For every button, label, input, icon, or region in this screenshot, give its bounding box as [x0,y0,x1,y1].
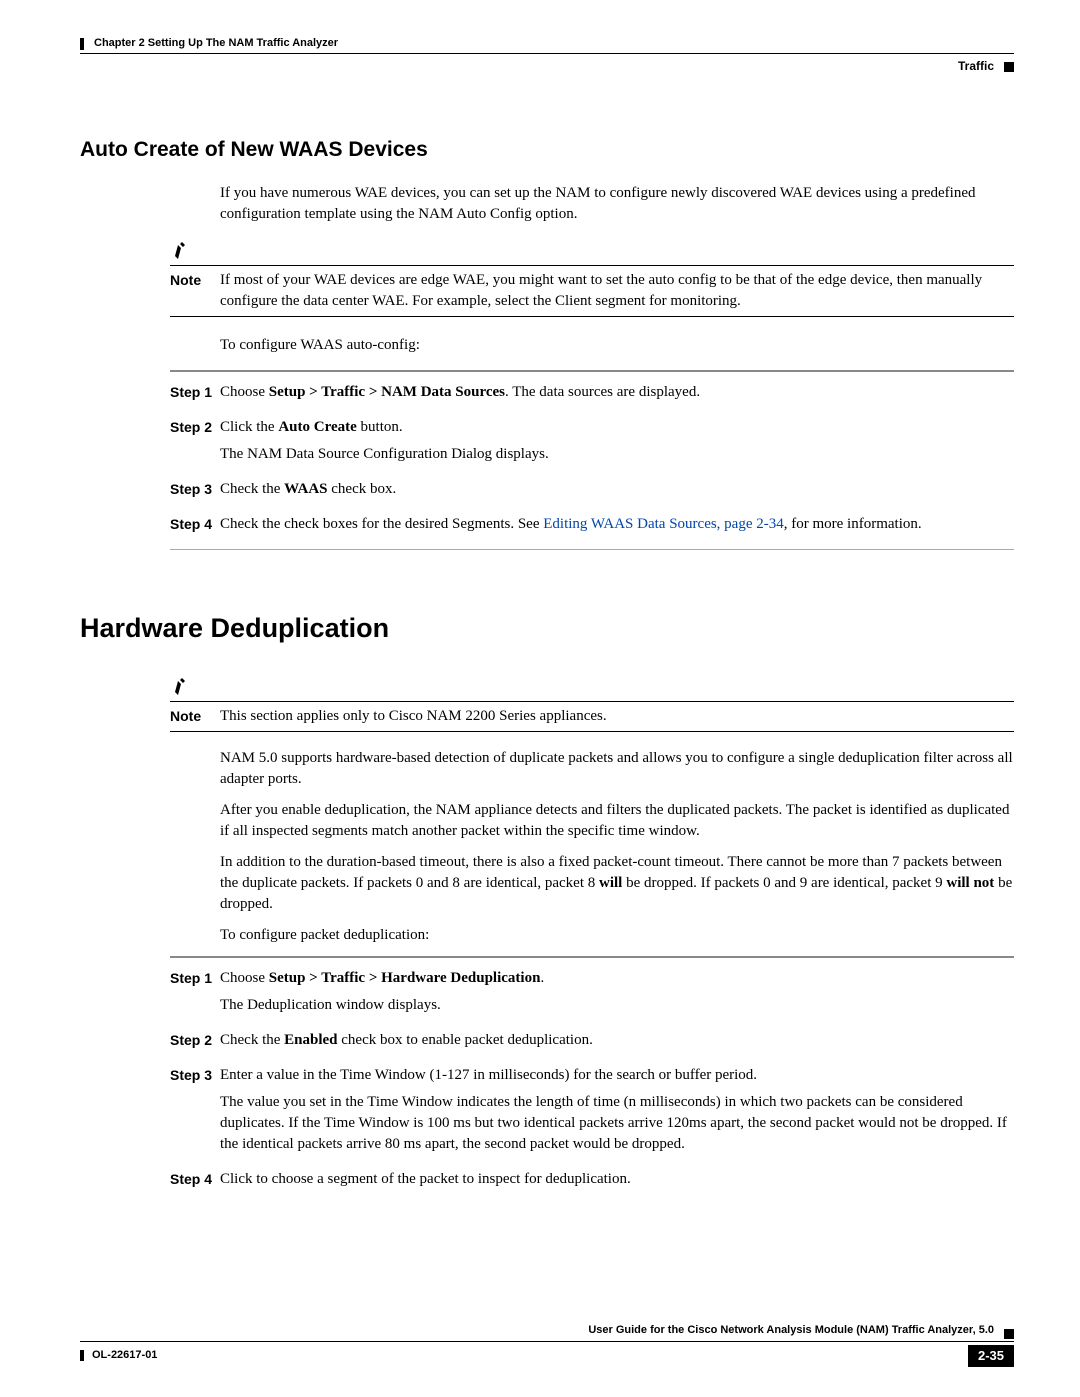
note-label: Note [170,270,220,312]
link-edit-waas[interactable]: Editing WAAS Data Sources, page 2-34 [543,516,784,532]
step-row: Step 2 Check the Enabled check box to en… [170,1030,1014,1057]
footer-square-icon [1004,1329,1014,1339]
page-header: Chapter 2 Setting Up The NAM Traffic Ana… [80,36,1014,54]
page-header-sub: Traffic [80,58,1014,75]
leadin-2: To configure packet deduplication: [220,925,1014,946]
header-bar-icon [80,38,84,50]
section-label: Traffic [958,58,994,75]
step-row: Step 1 Choose Setup > Traffic > Hardware… [170,968,1014,1022]
page-number-badge: 2-35 [968,1345,1014,1367]
footer-title: User Guide for the Cisco Network Analysi… [588,1323,994,1338]
footer-doc-id-block: OL-22617-01 [80,1348,157,1363]
note-icon [172,675,196,699]
step-label: Step 4 [170,1169,220,1196]
step-body: Choose Setup > Traffic > NAM Data Source… [220,382,1014,409]
step-label: Step 3 [170,479,220,506]
step-body: Click the Auto Create button. The NAM Da… [220,417,1014,471]
step-row: Step 3 Enter a value in the Time Window … [170,1065,1014,1161]
step-divider [170,370,1014,372]
step-row: Step 4 Check the check boxes for the des… [170,514,1014,541]
step-body: Enter a value in the Time Window (1-127 … [220,1065,1014,1161]
step-body: Check the check boxes for the desired Se… [220,514,1014,541]
step-label: Step 2 [170,417,220,471]
step-body: Check the Enabled check box to enable pa… [220,1030,1014,1057]
para-p2: After you enable deduplication, the NAM … [220,800,1014,842]
step-row: Step 4 Click to choose a segment of the … [170,1169,1014,1196]
note-text: If most of your WAE devices are edge WAE… [220,270,1014,312]
header-square-icon [1004,62,1014,72]
note-block-1: Note If most of your WAE devices are edg… [170,239,1014,317]
step-label: Step 2 [170,1030,220,1057]
section-heading-dedup: Hardware Deduplication [80,610,1014,648]
steps-block-1: Step 1 Choose Setup > Traffic > NAM Data… [170,382,1014,541]
step-row: Step 3 Check the WAAS check box. [170,479,1014,506]
footer-doc-id: OL-22617-01 [92,1348,157,1363]
note-text: This section applies only to Cisco NAM 2… [220,706,1014,727]
intro-block: If you have numerous WAE devices, you ca… [220,183,1014,225]
step-row: Step 1 Choose Setup > Traffic > NAM Data… [170,382,1014,409]
intro-text: If you have numerous WAE devices, you ca… [220,183,1014,225]
para-p1: NAM 5.0 supports hardware-based detectio… [220,748,1014,790]
step-label: Step 1 [170,382,220,409]
leadin-1: To configure WAAS auto-config: [220,335,1014,356]
step-divider-end [170,549,1014,550]
footer-bar-icon [80,1350,84,1361]
note-label: Note [170,706,220,727]
step-body: Check the WAAS check box. [220,479,1014,506]
steps-block-2: Step 1 Choose Setup > Traffic > Hardware… [170,968,1014,1196]
section-heading-auto-create: Auto Create of New WAAS Devices [80,135,1014,164]
page-footer: User Guide for the Cisco Network Analysi… [80,1323,1014,1367]
step-row: Step 2 Click the Auto Create button. The… [170,417,1014,471]
dedup-body: NAM 5.0 supports hardware-based detectio… [220,748,1014,946]
step-body: Choose Setup > Traffic > Hardware Dedupl… [220,968,1014,1022]
para-p3: In addition to the duration-based timeou… [220,852,1014,915]
step-divider [170,956,1014,958]
chapter-label: Chapter 2 Setting Up The NAM Traffic Ana… [94,36,338,51]
note-block-2: Note This section applies only to Cisco … [170,675,1014,732]
step-label: Step 4 [170,514,220,541]
step-label: Step 1 [170,968,220,1022]
step-body: Click to choose a segment of the packet … [220,1169,1014,1196]
step-label: Step 3 [170,1065,220,1161]
note-icon [172,239,196,263]
